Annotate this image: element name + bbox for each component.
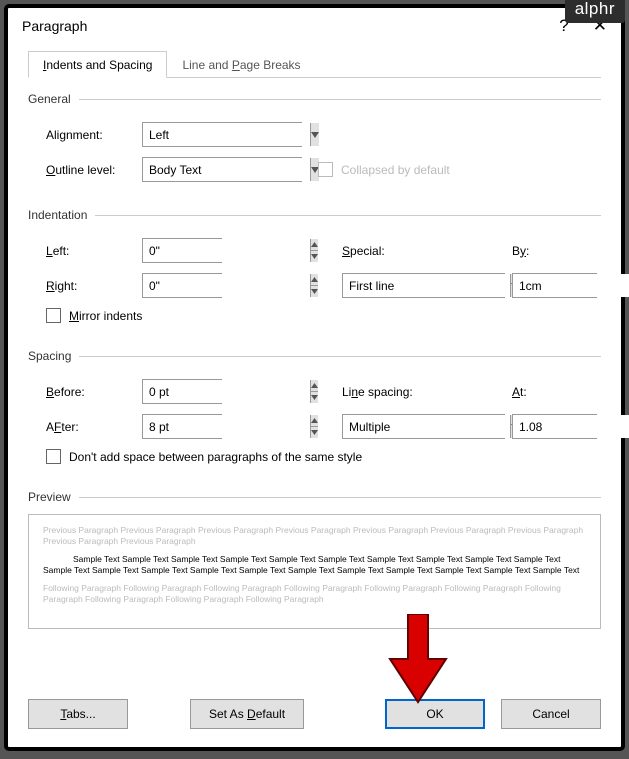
tabs-button[interactable]: Tabs... (28, 699, 128, 729)
chevron-down-icon[interactable] (311, 285, 318, 297)
titlebar: Paragraph ? ✕ (8, 8, 621, 46)
preview-box: Previous Paragraph Previous Paragraph Pr… (28, 514, 601, 629)
outline-level-value[interactable] (143, 158, 310, 181)
after-spinner[interactable] (142, 414, 222, 439)
special-combo[interactable] (342, 273, 505, 298)
collapsed-checkbox: Collapsed by default (318, 162, 450, 177)
indentation-legend: Indentation (28, 208, 95, 222)
cancel-button[interactable]: Cancel (501, 699, 601, 729)
chevron-down-icon[interactable] (311, 250, 318, 262)
alignment-label: Alignment: (46, 128, 142, 142)
tab-indents-spacing[interactable]: Indents and Spacing (28, 51, 167, 78)
before-spinner[interactable] (142, 379, 222, 404)
line-spacing-label: Line spacing: (342, 385, 512, 399)
by-label: By: (512, 244, 592, 258)
set-as-default-button[interactable]: Set As Default (190, 699, 304, 729)
chevron-down-icon[interactable] (311, 391, 318, 403)
outline-level-combo[interactable] (142, 157, 302, 182)
at-spinner[interactable] (512, 414, 597, 439)
annotation-arrow-icon (388, 614, 448, 707)
chevron-down-icon[interactable] (311, 426, 318, 438)
right-indent-spinner[interactable] (142, 273, 222, 298)
line-spacing-combo[interactable] (342, 414, 505, 439)
tab-strip: Indents and Spacing Line and Page Breaks (28, 50, 601, 78)
no-add-space-checkbox[interactable]: Don't add space between paragraphs of th… (46, 449, 362, 464)
preview-legend: Preview (28, 490, 79, 504)
left-indent-spinner[interactable] (142, 238, 222, 263)
alignment-value[interactable] (143, 123, 310, 146)
special-label: Special: (342, 244, 512, 258)
mirror-indents-checkbox[interactable]: Mirror indents (46, 308, 142, 323)
after-label: AFter: (46, 420, 142, 434)
chevron-up-icon[interactable] (311, 415, 318, 426)
tab-line-page-breaks[interactable]: Line and Page Breaks (167, 51, 315, 78)
right-indent-label: Right: (46, 279, 142, 293)
dialog-title: Paragraph (22, 18, 87, 34)
by-spinner[interactable] (512, 273, 597, 298)
alignment-combo[interactable] (142, 122, 302, 147)
at-label: At: (512, 385, 592, 399)
general-legend: General (28, 92, 79, 106)
chevron-up-icon[interactable] (311, 274, 318, 285)
before-label: Before: (46, 385, 142, 399)
left-indent-label: Left: (46, 244, 142, 258)
chevron-up-icon[interactable] (311, 380, 318, 391)
alphr-watermark: alphr (565, 0, 625, 23)
spacing-legend: Spacing (28, 349, 79, 363)
outline-level-label: Outline level: (46, 163, 142, 177)
chevron-up-icon[interactable] (311, 239, 318, 250)
chevron-down-icon[interactable] (310, 123, 319, 146)
